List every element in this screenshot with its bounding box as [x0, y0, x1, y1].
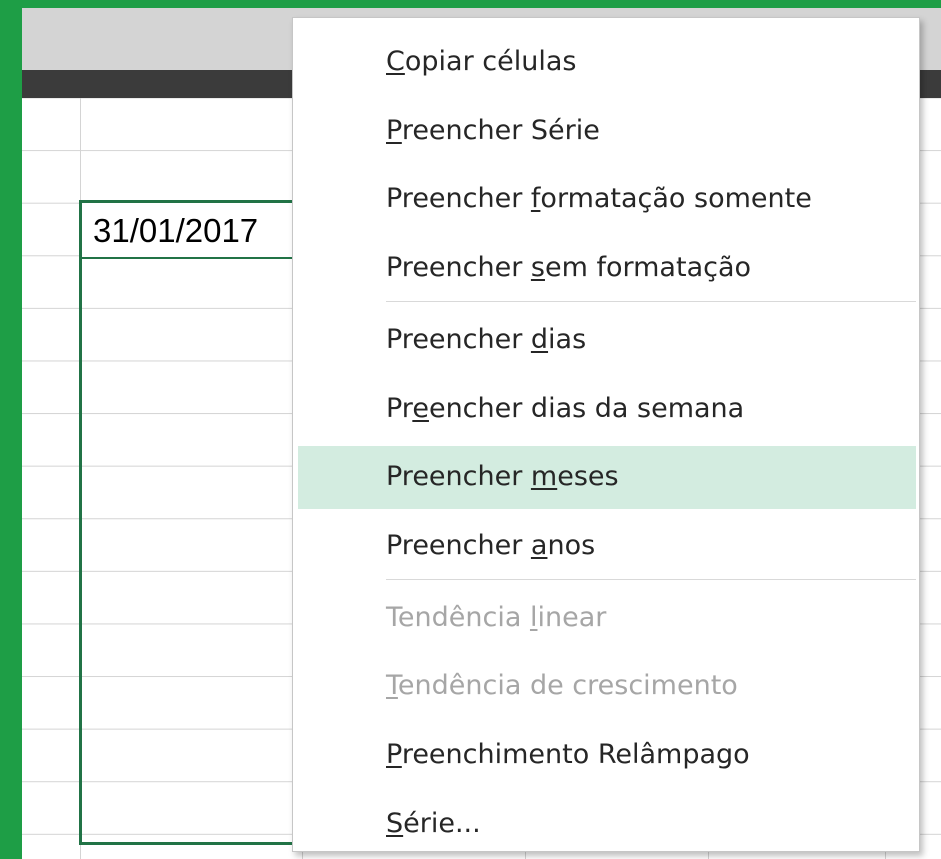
- menu-item-label-end: reencher Série: [401, 114, 600, 146]
- menu-item: Tendência linear: [298, 587, 916, 650]
- selected-range[interactable]: [79, 200, 297, 845]
- menu-item-access-key: s: [530, 252, 545, 284]
- menu-item-label-end: opiar células: [404, 46, 577, 77]
- menu-item-label-end: reenchimento Relâmpago: [401, 739, 750, 770]
- menu-item-access-key: C: [386, 46, 405, 77]
- menu-item-label-start: Preencher: [386, 252, 531, 284]
- menu-item-label-end: endência de crescimento: [397, 670, 738, 702]
- green-frame: 31/01/2017 Copiar células Preencher Série…: [0, 0, 941, 859]
- menu-item-access-key: m: [530, 461, 558, 493]
- menu-item-label-end: inear: [537, 601, 607, 633]
- menu-item[interactable]: Série...: [298, 793, 916, 856]
- menu-item-access-key: a: [530, 529, 548, 561]
- menu-item-access-key: S: [386, 807, 404, 839]
- menu-item[interactable]: Preencher Série: [298, 100, 916, 163]
- menu-item[interactable]: Preenchimento Relâmpago: [298, 724, 916, 787]
- menu-item-label-start: Preencher: [386, 461, 531, 493]
- menu-separator: [386, 578, 916, 580]
- menu-item-label-end: ias: [548, 323, 587, 355]
- menu-item[interactable]: Preencher sem formatação: [298, 237, 916, 300]
- menu-item-access-key: e: [412, 392, 429, 424]
- menu-item[interactable]: Preencher dias: [298, 309, 916, 372]
- menu-item[interactable]: Preencher formatação somente: [298, 168, 916, 231]
- menu-item[interactable]: Preencher anos: [298, 515, 916, 578]
- menu-item-label-end: érie...: [403, 807, 481, 839]
- menu-item-access-key: f: [530, 183, 541, 215]
- menu-item-label-start: Preencher: [386, 529, 531, 561]
- menu-item-access-key: T: [386, 670, 398, 702]
- menu-item: Tendência de crescimento: [298, 655, 916, 718]
- menu-item-label-start: Preencher: [386, 183, 531, 215]
- menu-item[interactable]: Preencher meses: [298, 446, 916, 509]
- menu-item-label-end: eses: [557, 461, 619, 493]
- menu-item-label-start: Tendência: [386, 601, 530, 633]
- menu-item-access-key: P: [386, 114, 402, 146]
- excel-sheet-area: 31/01/2017 Copiar células Preencher Série…: [22, 8, 941, 859]
- menu-item-label-end: em formatação: [544, 252, 752, 284]
- menu-separator: [386, 300, 916, 302]
- menu-item-label-start: Pr: [386, 392, 413, 424]
- active-cell[interactable]: 31/01/2017: [82, 203, 297, 259]
- menu-item-access-key: d: [530, 323, 549, 355]
- menu-item-access-key: P: [386, 739, 402, 770]
- menu-item[interactable]: Preencher dias da semana: [298, 378, 916, 441]
- menu-item-label-start: Preencher: [386, 323, 531, 355]
- menu-item[interactable]: Copiar células: [298, 31, 916, 94]
- menu-item-label-end: nos: [547, 529, 596, 561]
- auto-fill-options-menu: Copiar células Preencher Série Preencher f…: [292, 17, 920, 852]
- menu-item-label-end: ormatação somente: [540, 183, 812, 215]
- menu-item-label-end: encher dias da semana: [428, 392, 745, 424]
